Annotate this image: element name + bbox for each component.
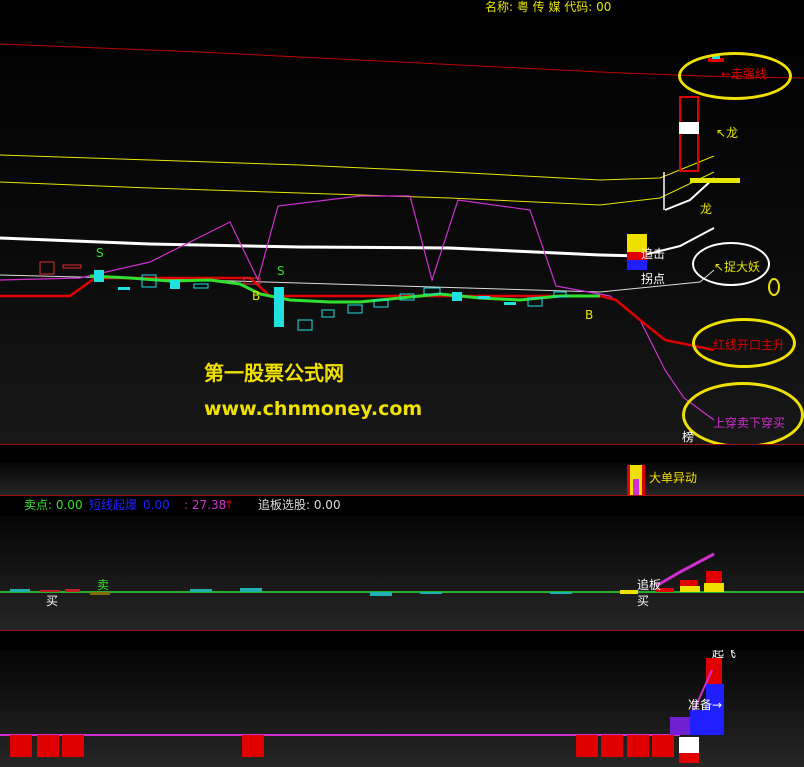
cross-buy-ellipse xyxy=(682,382,804,445)
dragon-label-2: 龙 xyxy=(700,202,713,216)
stock-name-label: 名称: 粤 传 媒 代码: 00 xyxy=(485,0,612,14)
buy-mark-b2: B xyxy=(585,308,594,322)
indicator-bar xyxy=(652,735,674,757)
watermark-url: www.chnmoney.com xyxy=(204,398,423,420)
indicator-bar xyxy=(190,589,212,592)
candle-bar xyxy=(62,264,82,269)
magenta-signal-line xyxy=(0,195,715,421)
indicator-bar xyxy=(40,590,60,592)
indicator-bar xyxy=(601,735,623,757)
indicator-bar xyxy=(690,710,706,735)
red-stair-line xyxy=(0,276,715,352)
white-block xyxy=(679,122,699,134)
strong-line-label: ←走强线 xyxy=(721,67,768,81)
indicator-bar xyxy=(550,592,572,594)
small-ellipse-marker xyxy=(768,278,780,296)
rally-start-label: 短线起爆 xyxy=(89,498,138,512)
big-order-label: 大单异动 xyxy=(649,471,698,485)
prepare-label: 准备→ xyxy=(688,698,723,712)
panel-divider xyxy=(0,444,804,445)
candle-bar xyxy=(274,287,284,327)
white-base-line xyxy=(0,269,715,293)
sell-mark-s1: S xyxy=(96,246,104,260)
rank-mark: 榜 xyxy=(682,430,695,444)
big-order-inner-bar xyxy=(633,479,639,495)
sell-point-value: 卖点: 0.00 xyxy=(24,498,83,512)
indicator-bar xyxy=(370,592,392,596)
indicator-bar xyxy=(65,589,80,592)
red-line-rise-label: 红线开口主升 xyxy=(713,338,786,352)
yellow-band-lower xyxy=(0,171,715,206)
indicator-bar xyxy=(670,717,690,735)
candle-bar xyxy=(297,319,313,331)
chase-point-label: 追击 xyxy=(641,247,666,261)
candle-bar xyxy=(118,287,130,290)
watermark-title: 第一股票公式网 xyxy=(204,361,344,385)
indicator-bar xyxy=(576,735,598,757)
sell-mark-s2: S xyxy=(277,264,285,278)
indicator-1-canvas xyxy=(0,552,804,596)
candle-bar xyxy=(504,302,516,305)
candle-bar xyxy=(39,261,55,275)
indicator-2-canvas xyxy=(0,658,724,763)
legend-box xyxy=(601,10,804,56)
indicator-value: : 27.38 xyxy=(184,498,227,512)
up-arrow-icon: ↑ xyxy=(224,498,235,512)
yellow-band-upper xyxy=(0,154,715,181)
indicator-panel-1[interactable]: 卖 买 追板 买 xyxy=(0,516,804,630)
yellow-bar-marker xyxy=(690,178,740,183)
indicator-panel-2[interactable]: 起飞 准备→ xyxy=(0,650,804,767)
catch-demon-label: ↖捉大妖 xyxy=(714,260,761,274)
indicator-2-bars xyxy=(10,658,724,763)
buy-marker-2: 买 xyxy=(637,594,650,608)
chase-board-marker: 追板 xyxy=(637,578,662,592)
indicator-bar xyxy=(62,735,84,757)
big-order-band[interactable]: 大单异动 xyxy=(0,463,804,495)
candle-bar xyxy=(478,296,490,299)
indicator-bar xyxy=(240,588,262,592)
indicator-bar xyxy=(90,592,110,595)
takeoff-label: 起飞 xyxy=(712,650,737,660)
sell-marker: 卖 xyxy=(97,578,110,592)
chase-select-value: 追板选股: 0.00 xyxy=(258,498,341,512)
candle-bar xyxy=(94,270,104,282)
main-price-chart[interactable]: 名称: 粤 传 媒 代码: 00 S S B B 第一股票公式网 www.chn… xyxy=(0,0,804,445)
turn-point-label: 拐点 xyxy=(641,272,666,286)
indicator-bar xyxy=(680,586,700,592)
green-ma-line xyxy=(89,274,600,304)
buy-marker-1: 买 xyxy=(46,594,59,608)
indicator-bar xyxy=(10,589,30,592)
candle-bar xyxy=(193,283,209,289)
indicator-bar xyxy=(706,571,722,583)
indicator-bar xyxy=(620,590,638,594)
blue-signal-block xyxy=(627,260,647,270)
indicator-bar xyxy=(420,592,442,594)
indicator-bar xyxy=(627,735,649,757)
indicator-bar xyxy=(37,735,59,757)
indicator-1-divider xyxy=(0,630,804,631)
candle-bar xyxy=(452,292,462,301)
candle-bar xyxy=(170,280,180,289)
candle-bar xyxy=(321,309,335,318)
indicator-bar xyxy=(679,753,699,763)
indicator-bar xyxy=(679,737,699,753)
candle-bar xyxy=(347,304,363,314)
buy-mark-b1: B xyxy=(252,289,261,303)
indicator-bar xyxy=(242,735,264,757)
rally-start-value: 0.00 xyxy=(143,498,170,512)
indicator-bar xyxy=(704,583,724,592)
band-divider xyxy=(0,495,804,496)
dragon-label-1: ↖龙 xyxy=(716,126,739,140)
cross-buy-label: 上穿卖下穿买 xyxy=(713,416,786,430)
indicator-bar xyxy=(10,735,32,757)
